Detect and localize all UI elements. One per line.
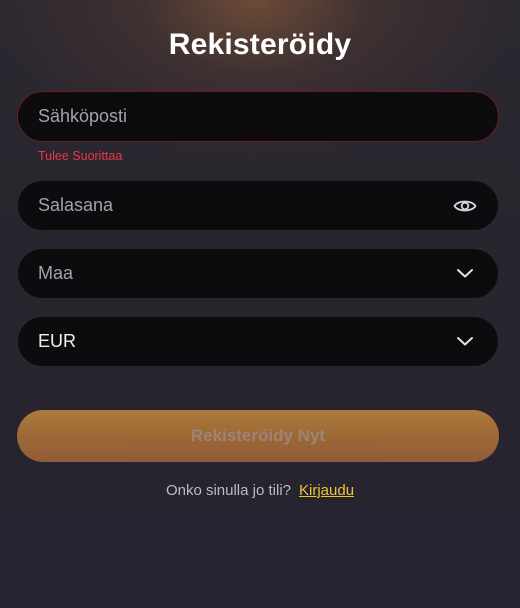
login-prompt: Onko sinulla jo tili? Kirjaudu	[0, 482, 520, 499]
page-title: Rekisteröidy	[168, 28, 352, 61]
email-placeholder: Sähköposti	[38, 106, 128, 126]
register-button[interactable]: Rekisteröidy Nyt	[17, 410, 499, 462]
chevron-down-icon	[452, 261, 478, 287]
email-error-message: Tulee Suorittaa	[38, 149, 123, 163]
login-question: Onko sinulla jo tili?	[165, 482, 291, 499]
email-field[interactable]: Sähköposti	[17, 91, 499, 142]
chevron-down-icon	[452, 329, 478, 355]
password-placeholder: Salasana	[38, 195, 114, 215]
country-select[interactable]: Maa	[17, 248, 499, 299]
password-field[interactable]: Salasana	[17, 180, 499, 231]
eye-icon[interactable]	[452, 193, 478, 219]
country-placeholder: Maa	[38, 263, 74, 283]
currency-select[interactable]: EUR	[17, 316, 499, 367]
currency-value: EUR	[38, 331, 77, 351]
login-link[interactable]: Kirjaudu	[299, 482, 354, 499]
